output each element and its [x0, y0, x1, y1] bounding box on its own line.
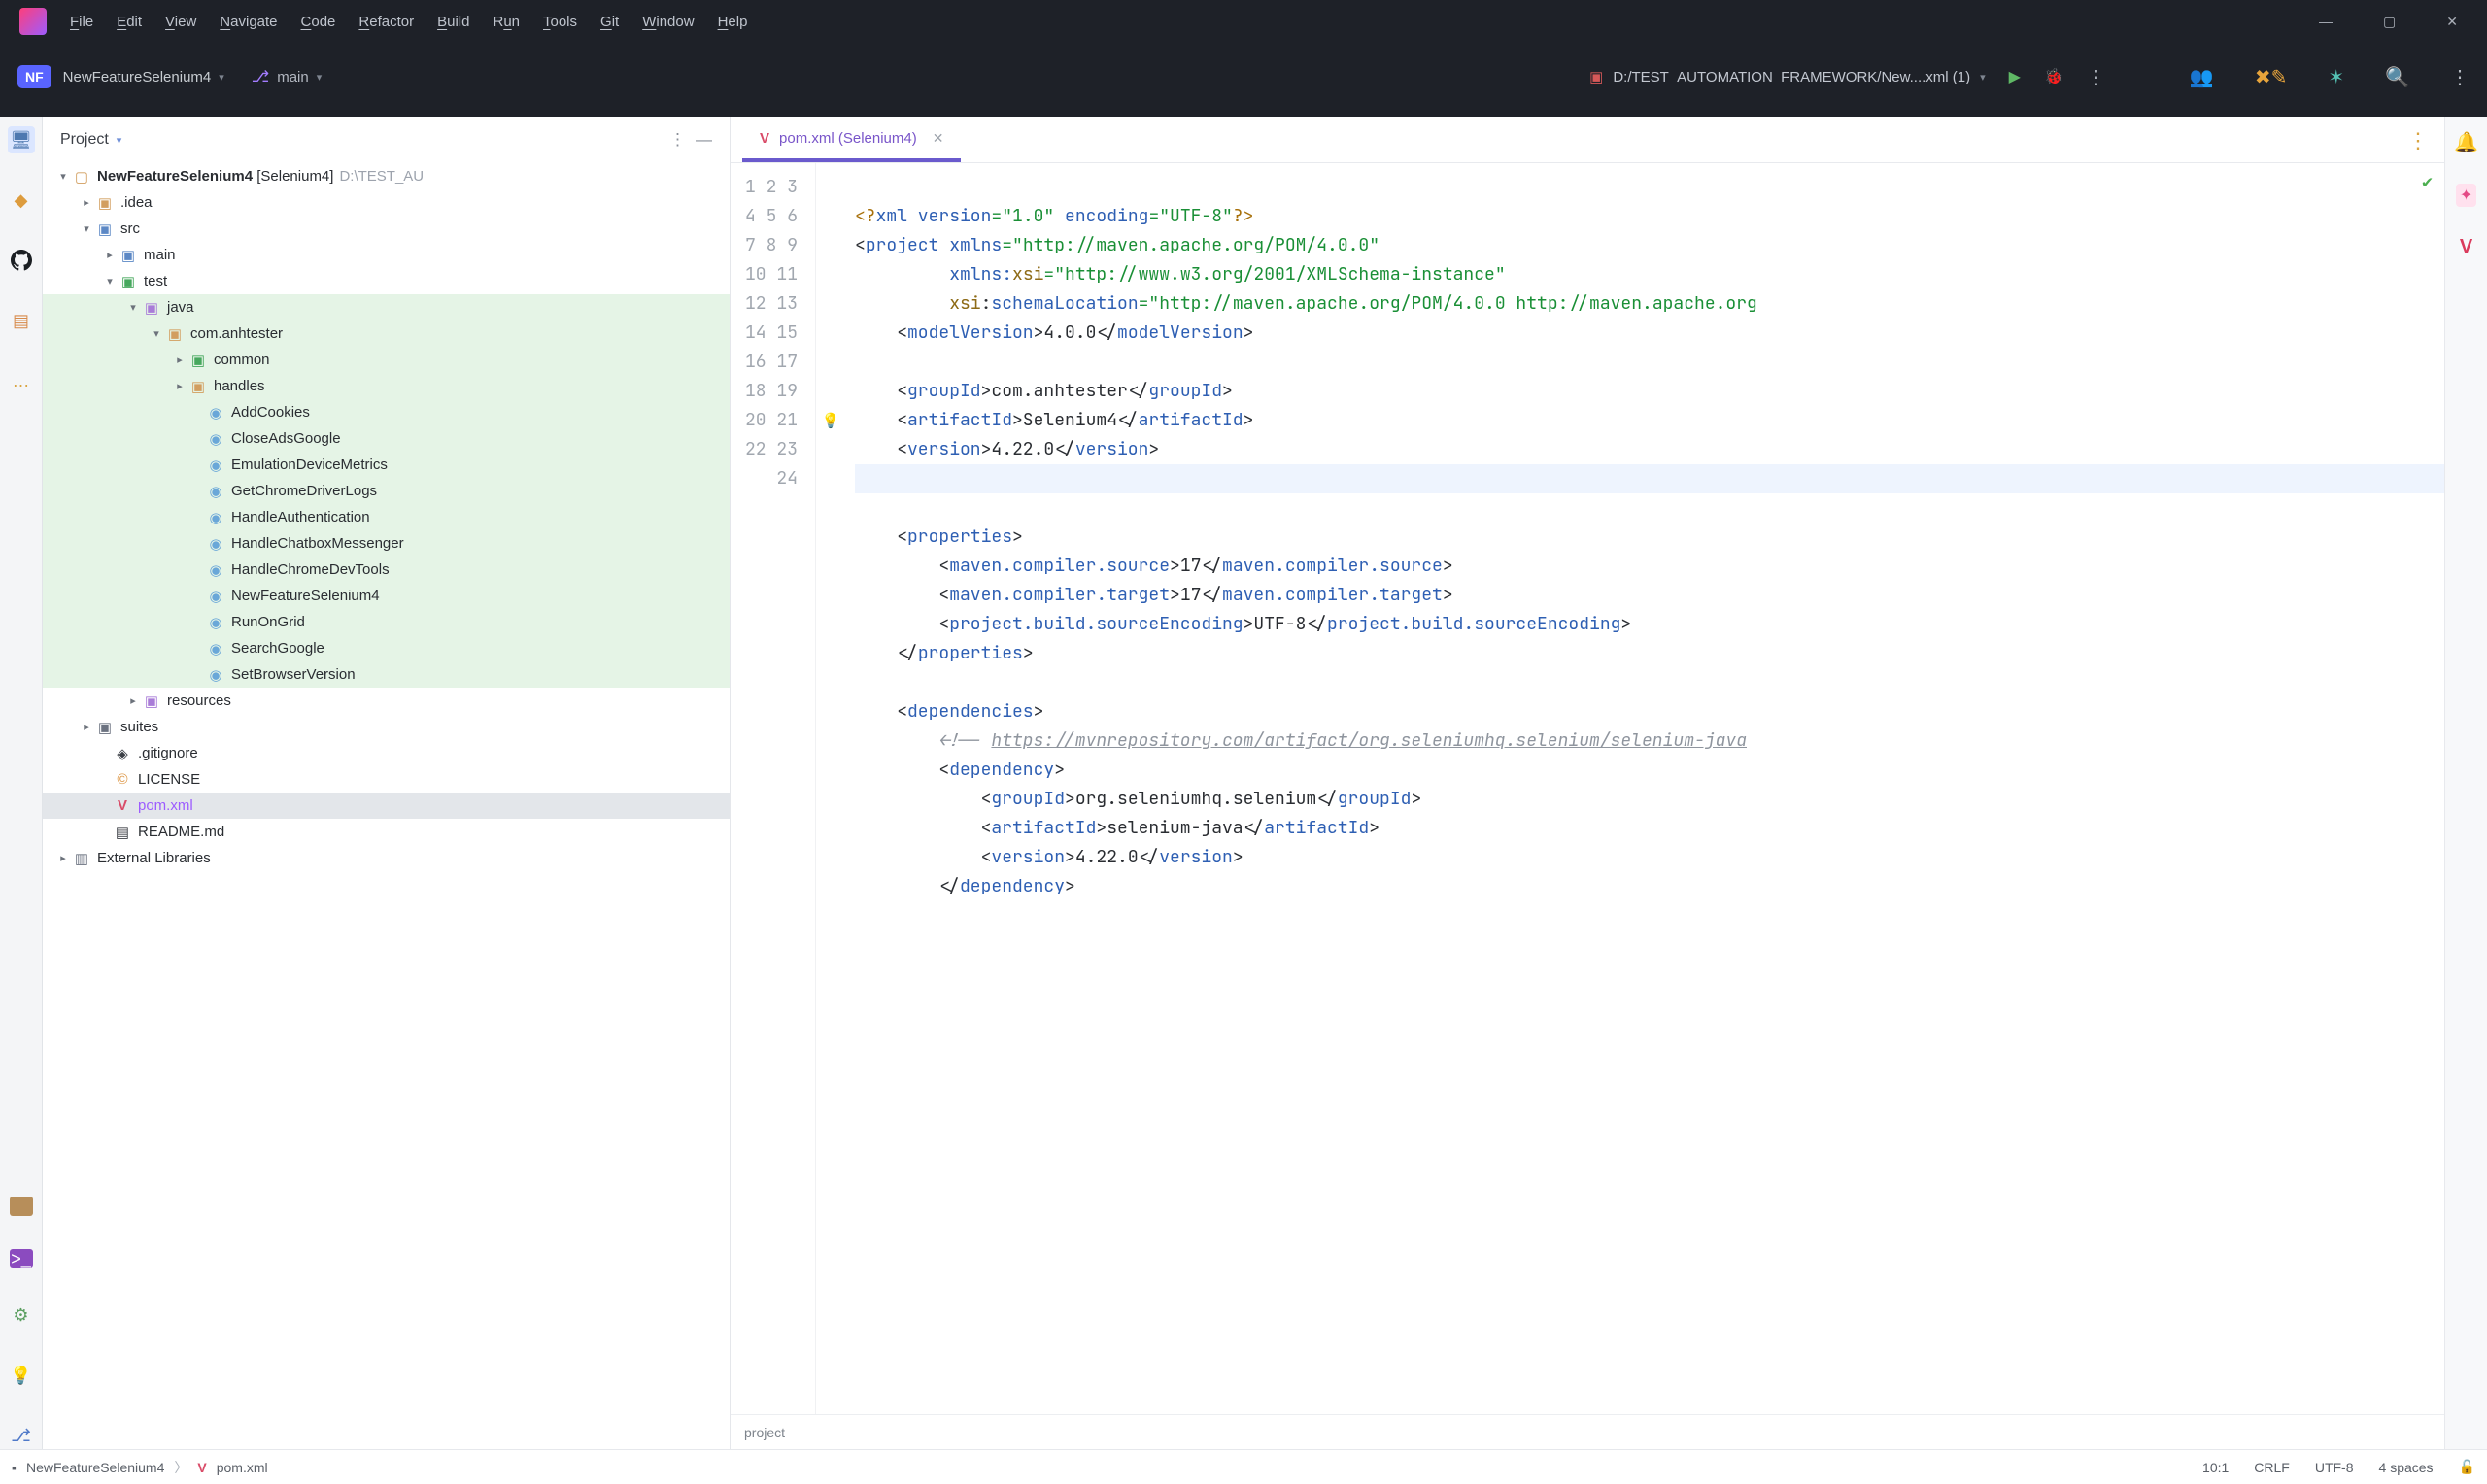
file-encoding[interactable]: UTF-8 — [2315, 1460, 2354, 1475]
readonly-icon[interactable]: 🔓 — [2459, 1459, 2475, 1475]
menu-window[interactable]: Window — [642, 14, 694, 30]
menu-build[interactable]: Build — [437, 14, 469, 30]
menu-view[interactable]: View — [165, 14, 196, 30]
gutter: 1 2 3 4 5 6 7 8 9 10 11 12 13 14 15 16 1… — [731, 163, 816, 1414]
menu-git[interactable]: Git — [600, 14, 619, 30]
code-area[interactable]: <?xml version="1.0" encoding="UTF-8"?> <… — [845, 163, 2444, 1414]
window-maximize-icon[interactable]: ▢ — [2383, 14, 2396, 30]
close-tab-icon[interactable]: ✕ — [933, 130, 944, 147]
toolwindow-bookmarks-icon[interactable] — [10, 1197, 33, 1216]
project-tool-window: Project ▾ ⋮ — ▾▢NewFeatureSelenium4 [Sel… — [43, 117, 731, 1449]
toolwindow-terminal-icon[interactable]: >_ — [10, 1249, 33, 1268]
right-tool-strip: 🔔 ✦ V — [2444, 117, 2487, 1449]
breadcrumb[interactable]: project — [731, 1414, 2444, 1449]
bulb-icon: 💡 — [822, 411, 840, 430]
menu-navigate[interactable]: Navigate — [220, 14, 277, 30]
testng-icon: ▣ — [1589, 68, 1603, 85]
menu-run[interactable]: Run — [493, 14, 520, 30]
chevron-down-icon: ▾ — [1980, 71, 1986, 84]
debug-button[interactable]: 🐞 — [2044, 67, 2063, 86]
toolwindow-settings-icon[interactable]: ⚙ — [8, 1301, 35, 1329]
titlebar: FFileile Edit View Navigate Code Refacto… — [0, 0, 2487, 43]
maven-icon[interactable]: V — [2460, 236, 2472, 258]
menu-code[interactable]: Code — [301, 14, 336, 30]
toolwindow-github-icon[interactable] — [8, 247, 35, 274]
chevron-down-icon: ▾ — [317, 71, 323, 84]
toolwindow-structure-icon[interactable]: ▤ — [8, 307, 35, 334]
project-selector[interactable]: NewFeatureSelenium4▾ — [63, 69, 224, 85]
maven-file-icon: V — [760, 130, 769, 147]
line-separator[interactable]: CRLF — [2254, 1460, 2290, 1475]
menu-tools[interactable]: Tools — [543, 14, 577, 30]
main-menu: FFileile Edit View Navigate Code Refacto… — [70, 14, 747, 30]
more-run-icon[interactable]: ⋮ — [2087, 65, 2108, 89]
window-minimize-icon[interactable]: — — [2319, 14, 2333, 30]
chevron-down-icon[interactable]: ▾ — [117, 134, 122, 147]
code-with-me-icon[interactable]: 👥 — [2190, 65, 2214, 89]
window-close-icon[interactable]: ✕ — [2446, 14, 2458, 30]
ai-icon[interactable]: ✶ — [2328, 65, 2344, 89]
navbar: NF NewFeatureSelenium4▾ ⎇ main ▾ ▣ D:/TE… — [0, 43, 2487, 117]
chevron-down-icon: ▾ — [219, 71, 224, 84]
inspection-ok-icon[interactable]: ✔ — [2422, 171, 2433, 193]
toolwindow-vcs-icon[interactable]: ⎇ — [8, 1422, 35, 1449]
menu-file[interactable]: FFileile — [70, 14, 93, 30]
ai-assistant-icon[interactable]: ✦ — [2456, 184, 2476, 207]
menu-help[interactable]: Help — [718, 14, 748, 30]
tab-more-icon[interactable]: ⋮ — [2407, 128, 2429, 153]
toolwindow-commit-icon[interactable]: ◆ — [8, 186, 35, 214]
gutter-hints: 💡 — [816, 163, 845, 1414]
project-badge: NF — [17, 65, 51, 88]
search-icon[interactable]: 🔍 — [2385, 65, 2409, 89]
status-bar: ▪ NewFeatureSelenium4 〉 V pom.xml 10:1 C… — [0, 1449, 2487, 1484]
code-editor[interactable]: ✔ 1 2 3 4 5 6 7 8 9 10 11 12 13 14 15 16… — [731, 163, 2444, 1414]
indent-info[interactable]: 4 spaces — [2379, 1460, 2434, 1475]
toolwindow-more-icon[interactable]: … — [8, 367, 35, 394]
maven-file-icon: V — [197, 1460, 206, 1475]
status-breadcrumb-file[interactable]: pom.xml — [217, 1460, 268, 1475]
more-icon[interactable]: ⋮ — [669, 130, 686, 150]
run-button[interactable]: ▶ — [2009, 67, 2021, 86]
settings-icon[interactable]: ⋮ — [2450, 65, 2470, 89]
run-config-selector[interactable]: ▣ D:/TEST_AUTOMATION_FRAMEWORK/New....xm… — [1589, 68, 1986, 85]
caret-position[interactable]: 10:1 — [2202, 1460, 2229, 1475]
toolwindow-problems-icon[interactable]: 💡 — [8, 1362, 35, 1389]
menu-refactor[interactable]: Refactor — [358, 14, 414, 30]
editor-tabs: V pom.xml (Selenium4) ✕ ⋮ — [731, 117, 2444, 163]
ide-logo-icon — [19, 8, 47, 35]
tab-pom[interactable]: V pom.xml (Selenium4) ✕ — [742, 118, 961, 162]
left-tool-strip: 🖥 ◆ ▤ … >_ ⚙ 💡 ⎇ — [0, 117, 43, 1449]
menu-edit[interactable]: Edit — [117, 14, 142, 30]
status-breadcrumb-root[interactable]: NewFeatureSelenium4 — [26, 1460, 164, 1475]
toolwindow-project-icon[interactable]: 🖥 — [8, 126, 35, 153]
ide-tools-icon[interactable]: ✖✎ — [2255, 65, 2288, 89]
branch-icon: ⎇ — [252, 67, 269, 86]
notifications-icon[interactable]: 🔔 — [2454, 130, 2478, 154]
collapse-icon[interactable]: — — [696, 130, 712, 150]
git-branch-selector[interactable]: ⎇ main ▾ — [252, 67, 322, 86]
project-view-title[interactable]: Project — [60, 131, 109, 149]
project-tree[interactable]: ▾▢NewFeatureSelenium4 [Selenium4]D:\TEST… — [43, 163, 730, 1449]
